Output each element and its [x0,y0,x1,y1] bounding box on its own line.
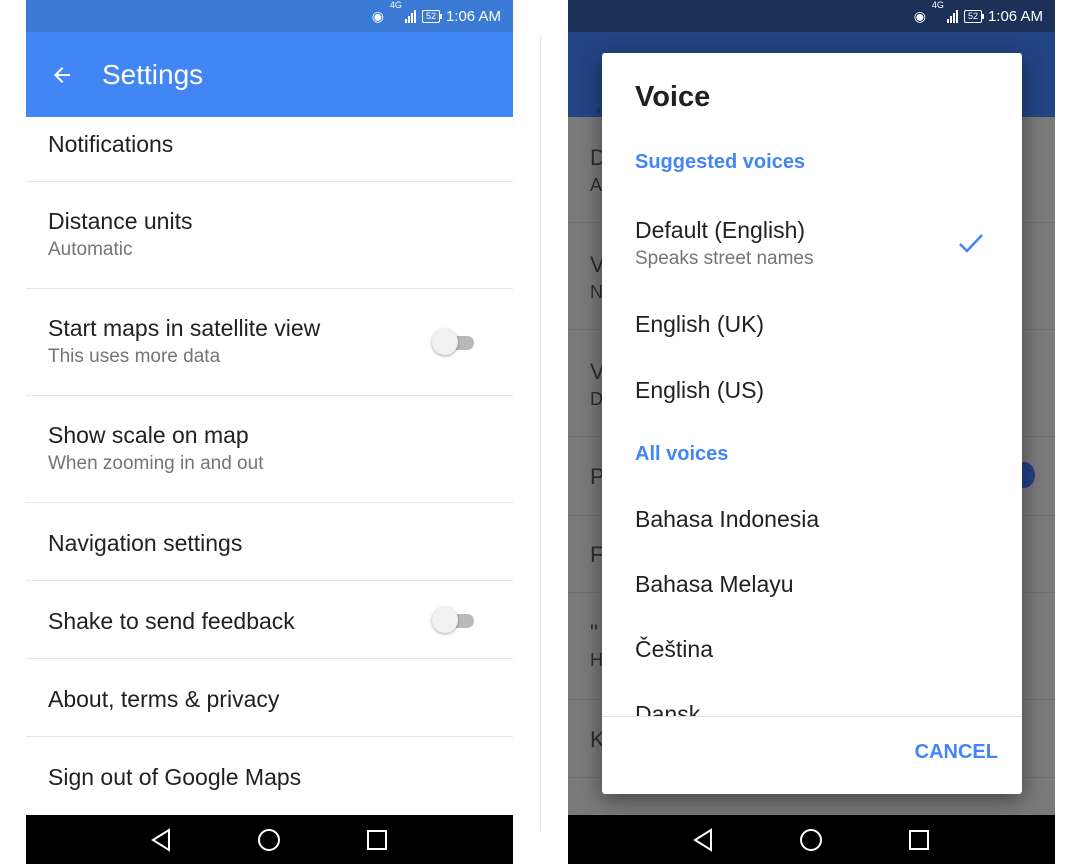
clock: 1:06 AM [987,7,1043,25]
voice-option-label: Čeština [635,636,713,662]
circle-home-icon [800,828,822,851]
system-nav-bar [568,815,1055,864]
settings-item-title: About, terms & privacy [48,686,280,712]
voice-option-label: English (UK) [635,311,765,337]
voice-option-label: English (US) [635,377,765,403]
status-bar: ◉ 4G 52 1:06 AM [568,0,1055,32]
section-header-all: All voices [635,443,729,465]
checkmark-icon [959,234,983,253]
shake-feedback-toggle[interactable] [432,607,476,633]
dimmed-row-text: " [590,620,598,645]
network-type: 4G [931,0,944,10]
nav-home-button[interactable] [781,815,841,864]
signal-icon [946,9,958,23]
clock: 1:06 AM [445,7,501,25]
settings-item-sign-out[interactable]: Sign out of Google Maps [26,737,513,815]
settings-item-subtitle: Automatic [48,239,133,260]
voice-dialog: Voice Suggested voices Default (English)… [602,53,1022,794]
settings-item-title: Navigation settings [48,530,243,556]
section-header-suggested: Suggested voices [635,151,806,173]
voice-option-bahasa-melayu[interactable]: Bahasa Melayu [635,570,995,598]
dialog-title: Voice [635,81,711,113]
nav-recents-button[interactable] [347,815,407,864]
cancel-button[interactable]: CANCEL [894,741,998,771]
network-type: 4G [389,0,402,10]
voice-option-subtitle: Speaks street names [635,248,814,269]
settings-item-subtitle: When zooming in and out [48,453,264,474]
back-button[interactable] [26,32,102,117]
triangle-back-icon [151,827,170,852]
voice-screen: ◉ 4G 52 1:06 AM ← D A V N V D P F " H K … [568,0,1055,864]
dimmed-row-text: A [590,175,603,195]
voice-option-bahasa-indonesia[interactable]: Bahasa Indonesia [635,505,995,533]
settings-item-title: Show scale on map [48,422,249,448]
circle-home-icon [258,828,280,851]
screenshot-divider [540,35,541,830]
voice-option-cestina[interactable]: Čeština [635,635,995,663]
toggle-thumb [432,329,458,355]
voice-option-label: Default (English) [635,217,806,243]
nav-back-button[interactable] [131,815,191,864]
settings-item-shake-feedback[interactable]: Shake to send feedback [26,581,513,659]
settings-item-navigation-settings[interactable]: Navigation settings [26,503,513,581]
voice-option-english-us[interactable]: English (US) [635,376,995,404]
satellite-view-toggle[interactable] [432,329,476,355]
arrow-back-icon [54,66,70,83]
battery-icon: 52 [421,9,442,23]
settings-item-show-scale[interactable]: Show scale on map When zooming in and ou… [26,396,513,503]
page-title: Settings [102,58,204,90]
voice-option-label: Bahasa Indonesia [635,506,820,532]
settings-screen: ◉ 4G 52 1:06 AM Settings Notifications D… [26,0,513,864]
nav-back-button[interactable] [673,815,733,864]
app-bar: Settings [26,32,513,117]
settings-item-satellite-view[interactable]: Start maps in satellite view This uses m… [26,289,513,396]
voice-option-dansk[interactable]: Dansk [635,700,995,716]
square-recents-icon [367,829,387,850]
battery-icon: 52 [963,9,984,23]
triangle-back-icon [693,827,712,852]
settings-list: Notifications Distance units Automatic S… [26,117,513,815]
eye-comfort-icon: ◉ [371,7,384,24]
settings-item-title: Notifications [48,131,174,157]
nav-home-button[interactable] [239,815,299,864]
system-nav-bar [26,815,513,864]
signal-icon [404,9,416,23]
nav-recents-button[interactable] [889,815,949,864]
voice-options-list[interactable]: Suggested voices Default (English) Speak… [602,138,1022,716]
voice-option-english-uk[interactable]: English (UK) [635,310,995,338]
toggle-thumb [432,607,458,633]
eye-comfort-icon: ◉ [913,7,926,24]
square-recents-icon [909,829,929,850]
settings-item-title: Sign out of Google Maps [48,764,302,790]
voice-option-default-english[interactable]: Default (English) Speaks street names [635,216,995,270]
settings-item-distance-units[interactable]: Distance units Automatic [26,182,513,289]
settings-item-about[interactable]: About, terms & privacy [26,659,513,737]
voice-option-label: Bahasa Melayu [635,571,794,597]
dialog-divider [602,716,1022,717]
status-bar: ◉ 4G 52 1:06 AM [26,0,513,32]
voice-option-label: Dansk [635,701,701,716]
settings-item-notifications[interactable]: Notifications [26,117,513,182]
settings-item-title: Distance units [48,208,193,234]
